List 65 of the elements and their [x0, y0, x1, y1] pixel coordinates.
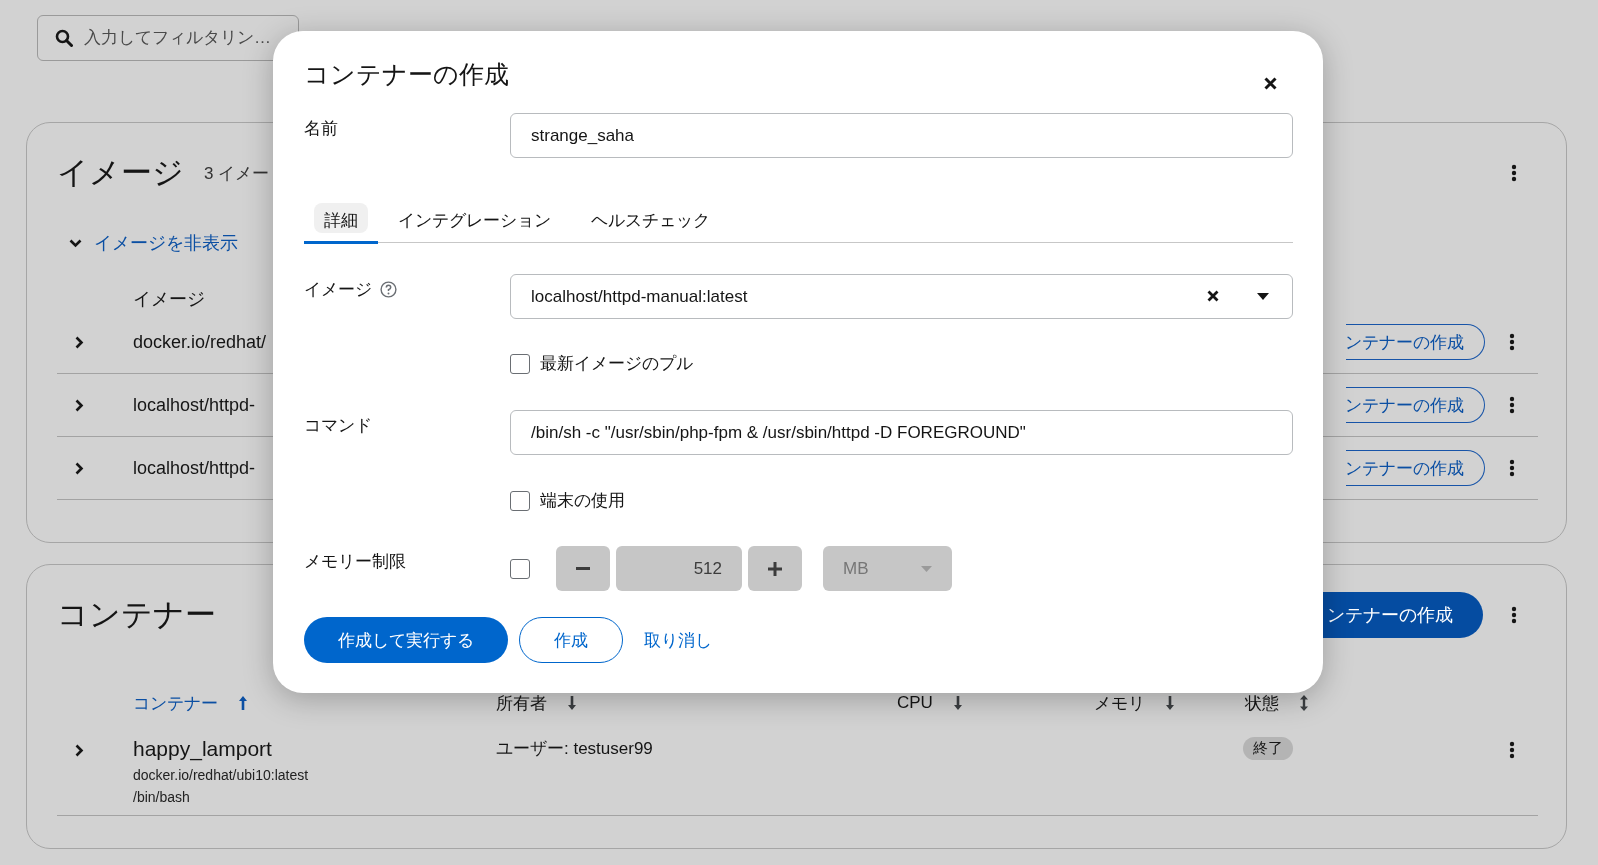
checkbox-label: 端末の使用: [540, 490, 625, 512]
sort-down-icon[interactable]: [1165, 695, 1175, 711]
field-label: メモリー制限: [304, 551, 407, 573]
image-count: 3 イメー: [204, 162, 270, 185]
kebab-menu-icon[interactable]: [1511, 606, 1517, 624]
help-icon[interactable]: [380, 281, 397, 298]
kebab-menu-icon[interactable]: [1509, 333, 1515, 351]
sort-down-icon[interactable]: [952, 695, 963, 711]
image-name: localhost/httpd-: [133, 394, 256, 416]
column-header[interactable]: メモリ: [1094, 691, 1145, 715]
container-name: happy_lamport: [133, 737, 273, 761]
field-label: 名前: [304, 118, 339, 140]
command-field[interactable]: /bin/sh -c "/usr/sbin/php-fpm & /usr/sbin/httpd -D FOREGROUND": [510, 410, 1293, 455]
chevron-right-icon[interactable]: [75, 335, 84, 349]
kebab-menu-icon[interactable]: [1511, 164, 1517, 182]
clear-icon[interactable]: [1207, 290, 1219, 302]
image-name: docker.io/redhat/: [133, 331, 267, 353]
close-icon[interactable]: [1264, 76, 1277, 90]
owner-cell: ユーザー: testuser99: [496, 739, 653, 758]
create-button[interactable]: 作成: [519, 617, 623, 663]
field-label: イメージ: [304, 279, 372, 301]
memory-value[interactable]: 512: [616, 546, 742, 591]
image-select[interactable]: localhost/httpd-manual:latest: [510, 274, 1293, 319]
kebab-menu-icon[interactable]: [1509, 396, 1515, 414]
name-field[interactable]: strange_saha: [510, 113, 1293, 158]
status-label: 終了: [1243, 737, 1293, 760]
create-and-run-button[interactable]: 作成して実行する: [304, 617, 508, 663]
chevron-right-icon[interactable]: [75, 398, 84, 412]
increment-button[interactable]: [748, 546, 802, 591]
dialog-title: コンテナーの作成: [304, 58, 509, 90]
plus-icon: [768, 561, 782, 576]
caret-down-icon[interactable]: [1257, 293, 1269, 300]
caret-down-icon: [921, 565, 932, 572]
chevron-down-icon[interactable]: [69, 238, 82, 248]
cancel-link[interactable]: 取り消し: [634, 617, 722, 663]
checkbox[interactable]: [510, 558, 530, 579]
kebab-menu-icon[interactable]: [1509, 459, 1515, 477]
section-title: コンテナー: [57, 596, 216, 634]
chevron-right-icon[interactable]: [75, 744, 84, 757]
checkbox[interactable]: [510, 490, 530, 511]
chevron-right-icon[interactable]: [75, 461, 84, 475]
minus-icon: [576, 567, 590, 570]
sort-up-icon[interactable]: [238, 695, 248, 711]
column-header[interactable]: コンテナー: [133, 691, 218, 715]
column-header[interactable]: CPU: [897, 693, 933, 713]
column-header: イメージ: [133, 288, 205, 311]
tab[interactable]: 詳細: [304, 198, 378, 242]
tab[interactable]: ヘルスチェック: [571, 198, 730, 242]
sort-down-icon[interactable]: [567, 695, 577, 711]
create-container-button[interactable]: ンテナーの作成: [1323, 592, 1483, 638]
column-header[interactable]: 所有者: [496, 691, 547, 715]
container-command: /bin/bash: [133, 789, 191, 805]
search-icon: [55, 29, 73, 47]
sort-icon[interactable]: [1299, 694, 1309, 712]
kebab-menu-icon[interactable]: [1509, 741, 1515, 759]
toggle-link[interactable]: イメージを非表示: [69, 231, 238, 255]
tab[interactable]: インテグレーション: [378, 198, 571, 242]
image-name: localhost/httpd-: [133, 457, 256, 479]
column-header[interactable]: 状態: [1245, 691, 1279, 715]
container-image: docker.io/redhat/ubi10:latest: [133, 767, 309, 783]
section-title: イメージ: [57, 154, 184, 192]
checkbox-label: 最新イメージのプル: [540, 353, 693, 375]
checkbox[interactable]: [510, 353, 530, 374]
field-label: コマンド: [304, 415, 373, 437]
filter-field[interactable]: 入力してフィルタリン…: [37, 15, 299, 61]
